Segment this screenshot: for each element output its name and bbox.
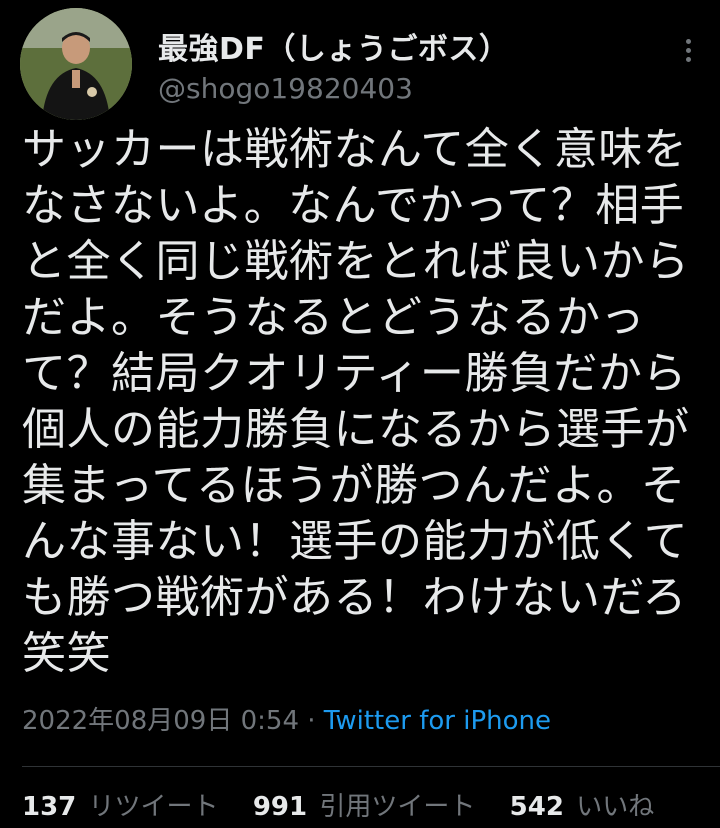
- quotes-stat[interactable]: 991 引用ツイート: [253, 786, 476, 823]
- tweet-text: サッカーは戦術なんて全く意味を なさないよ。なんでかって？相手 と全く同じ戦術を…: [22, 124, 690, 679]
- more-dot: [685, 47, 691, 53]
- likes-label: いいね: [576, 792, 655, 822]
- meta-separator: ·: [307, 706, 316, 736]
- display-name[interactable]: 最強DF（しょうごボス）: [158, 24, 509, 68]
- user-handle[interactable]: @shogo19820403: [158, 72, 413, 105]
- quotes-count: 991: [252, 792, 308, 822]
- tweet-meta: 2022年08月09日 0:54 · Twitter for iPhone: [22, 700, 551, 737]
- timestamp[interactable]: 2022年08月09日 0:54: [22, 706, 299, 736]
- source-link[interactable]: Twitter for iPhone: [324, 706, 551, 736]
- likes-stat[interactable]: 542 いいね: [510, 786, 655, 823]
- divider: [22, 766, 720, 767]
- tweet-stats: 137 リツイート 991 引用ツイート 542 いいね: [22, 786, 680, 823]
- retweets-stat[interactable]: 137 リツイート: [22, 786, 219, 823]
- retweets-count: 137: [22, 792, 77, 822]
- profile-photo-icon: [20, 8, 132, 120]
- avatar[interactable]: [20, 8, 132, 120]
- more-vertical-icon[interactable]: [678, 30, 698, 70]
- retweets-label: リツイート: [88, 792, 219, 822]
- quotes-label: 引用ツイート: [319, 792, 476, 822]
- more-dot: [685, 38, 691, 44]
- likes-count: 542: [509, 792, 564, 822]
- more-dot: [685, 56, 691, 62]
